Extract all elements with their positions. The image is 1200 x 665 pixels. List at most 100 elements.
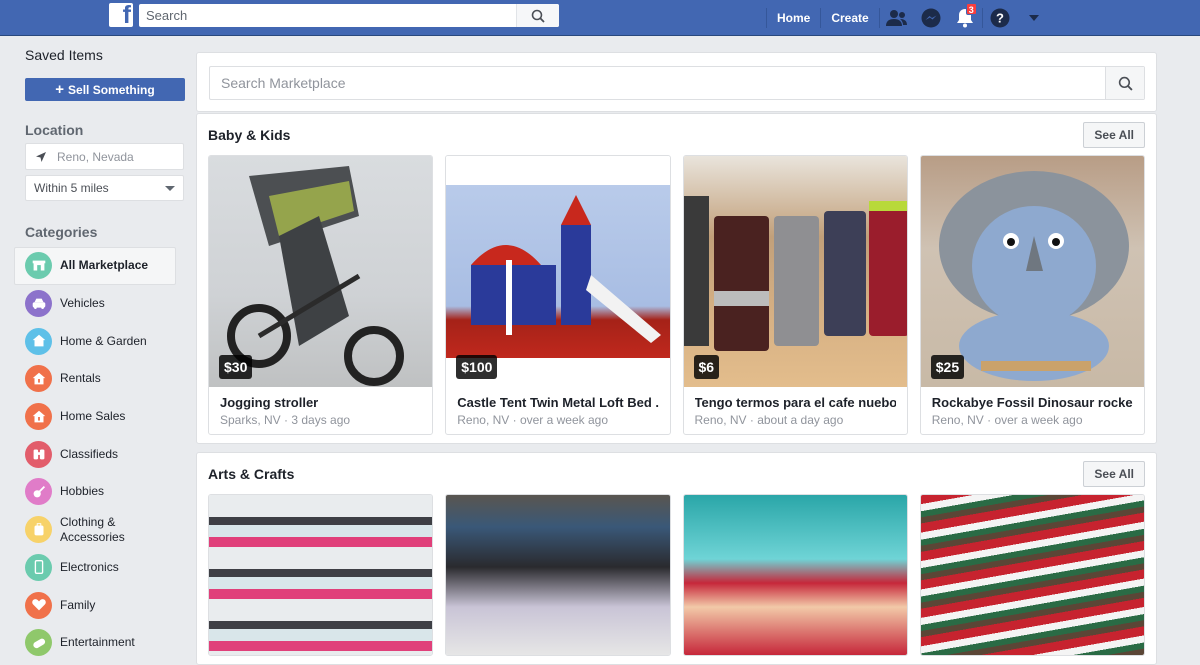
sidebar-category-label: Home Sales — [60, 409, 126, 424]
listing-image-dinosaur-rocker: $25 — [920, 156, 1144, 387]
location-value: Reno, Nevada — [57, 149, 134, 164]
sidebar-category-label: Electronics — [60, 559, 119, 574]
sidebar-category-all-marketplace[interactable]: All Marketplace — [14, 247, 176, 285]
sidebar-category-label: Entertainment — [60, 635, 135, 650]
global-search-input[interactable] — [139, 4, 516, 27]
radius-value: Within 5 miles — [34, 181, 109, 195]
sidebar-category-clothing-accessories[interactable]: Clothing & Accessories — [14, 511, 176, 549]
sidebar-category-label: Hobbies — [60, 484, 105, 499]
facebook-logo[interactable]: f — [109, 3, 133, 27]
listing-card[interactable] — [919, 494, 1145, 656]
search-icon — [1118, 76, 1133, 91]
account-menu-icon — [1028, 15, 1039, 21]
sidebar-category-electronics[interactable]: Electronics — [14, 549, 176, 587]
sidebar-category-family[interactable]: Family — [14, 586, 176, 624]
sidebar-category-label: Clothing & Accessories — [60, 514, 125, 544]
help-button[interactable]: ? — [983, 0, 1017, 36]
listing-card[interactable] — [208, 494, 434, 656]
nav-create-link[interactable]: Create — [821, 11, 878, 25]
listing-meta: Sparks, NV · 3 days ago — [220, 413, 351, 427]
listing-card[interactable] — [682, 494, 908, 656]
home-sale-icon — [25, 403, 52, 431]
location-title: Location — [25, 122, 84, 138]
listing-image-craft-supplies — [446, 495, 670, 655]
chevron-down-icon — [165, 185, 175, 191]
sidebar-category-home-sales[interactable]: Home Sales — [14, 398, 176, 436]
listing-card[interactable]: $6 Tengo termos para el cafe nuebos Reno… — [682, 155, 908, 435]
notifications-button[interactable]: 3 — [948, 0, 982, 36]
listing-card[interactable]: $30 Jogging stroller Sparks, NV · 3 days… — [208, 155, 434, 435]
plus-icon: + — [55, 81, 65, 98]
top-navigation-bar: f Home Create 3 ? — [0, 0, 1200, 36]
car-icon — [25, 290, 52, 318]
castle-bed-illustration — [471, 195, 662, 343]
sell-button-label: Sell Something — [68, 82, 155, 97]
sidebar-category-label: All Marketplace — [60, 258, 149, 273]
saved-items-link[interactable]: Saved Items — [25, 47, 103, 63]
section-header: Arts & Crafts See All — [197, 453, 1156, 494]
listing-price: $30 — [219, 355, 253, 379]
house-icon — [25, 327, 52, 355]
marketplace-search-button[interactable] — [1105, 67, 1144, 99]
nav-home-link[interactable]: Home — [767, 11, 820, 25]
listing-info: Rockabye Fossil Dinosaur rocker Reno, NV… — [921, 387, 1144, 434]
sidebar-category-label: Vehicles — [60, 296, 105, 311]
sidebar-category-classifieds[interactable]: Classifieds — [14, 435, 176, 473]
notifications-badge: 3 — [965, 3, 977, 15]
listing-row — [197, 494, 1156, 664]
binoculars-icon — [25, 440, 52, 468]
messenger-icon — [921, 8, 941, 28]
sidebar-category-rentals[interactable]: Rentals — [14, 360, 176, 398]
listing-card[interactable] — [445, 494, 671, 656]
global-search-button[interactable] — [516, 4, 559, 27]
marketplace-search-input[interactable] — [210, 67, 1105, 99]
section-title: Baby & Kids — [208, 126, 291, 143]
rental-house-icon — [25, 365, 52, 393]
listing-card[interactable]: $100 Castle Tent Twin Metal Loft Bed ...… — [445, 155, 671, 435]
search-icon — [531, 9, 545, 23]
sidebar-category-hobbies[interactable]: Hobbies — [14, 473, 176, 511]
listing-meta: Reno, NV · over a week ago — [457, 413, 608, 427]
listing-info: Tengo termos para el cafe nuebos Reno, N… — [684, 387, 907, 434]
friends-icon — [885, 10, 907, 26]
listing-info: Castle Tent Twin Metal Loft Bed ... Reno… — [446, 387, 669, 434]
see-all-button[interactable]: See All — [1083, 460, 1145, 487]
backpack-icon — [25, 516, 52, 544]
dinosaur-illustration — [938, 171, 1129, 381]
listing-image-wrapping-paper — [920, 495, 1144, 655]
categories-title: Categories — [25, 224, 98, 240]
phone-icon — [25, 553, 52, 581]
listing-card[interactable]: $25 Rockabye Fossil Dinosaur rocker Reno… — [919, 155, 1145, 435]
section-baby-kids: Baby & Kids See All $30 Jogging stroller… — [196, 113, 1157, 444]
sell-something-button[interactable]: + Sell Something — [25, 78, 185, 101]
listing-image-vinyl-rolls — [209, 495, 433, 655]
gamepad-icon — [25, 629, 52, 657]
svg-text:?: ? — [996, 11, 1004, 26]
sidebar: Saved Items + Sell Something Location Re… — [0, 36, 195, 657]
global-search — [139, 4, 559, 27]
listing-info: Jogging stroller Sparks, NV · 3 days ago — [209, 387, 432, 434]
heart-icon — [25, 591, 52, 619]
sidebar-category-entertainment[interactable]: Entertainment — [14, 624, 176, 662]
listing-image-elf-dolls — [683, 495, 907, 655]
marketplace-search-panel — [196, 52, 1157, 112]
category-list: All Marketplace Vehicles Home & Garden Rent… — [14, 247, 176, 662]
sidebar-category-vehicles[interactable]: Vehicles — [14, 285, 176, 323]
sidebar-category-label: Home & Garden — [60, 333, 147, 348]
radius-select[interactable]: Within 5 miles — [25, 175, 184, 201]
stroller-illustration — [227, 166, 404, 386]
see-all-button[interactable]: See All — [1083, 121, 1145, 148]
location-input[interactable]: Reno, Nevada — [25, 143, 184, 170]
listing-meta: Reno, NV · about a day ago — [694, 413, 844, 427]
listing-price: $6 — [693, 355, 720, 379]
sidebar-category-label: Classifieds — [60, 446, 119, 461]
marketplace-search — [209, 66, 1145, 100]
account-menu-button[interactable] — [1017, 0, 1051, 36]
listing-price: $100 — [456, 355, 498, 379]
storefront-icon — [25, 252, 52, 280]
sidebar-category-home-garden[interactable]: Home & Garden — [14, 322, 176, 360]
location-arrow-icon — [36, 151, 46, 162]
listing-title: Jogging stroller — [220, 395, 319, 410]
friend-requests-button[interactable] — [880, 0, 914, 36]
messenger-button[interactable] — [914, 0, 948, 36]
